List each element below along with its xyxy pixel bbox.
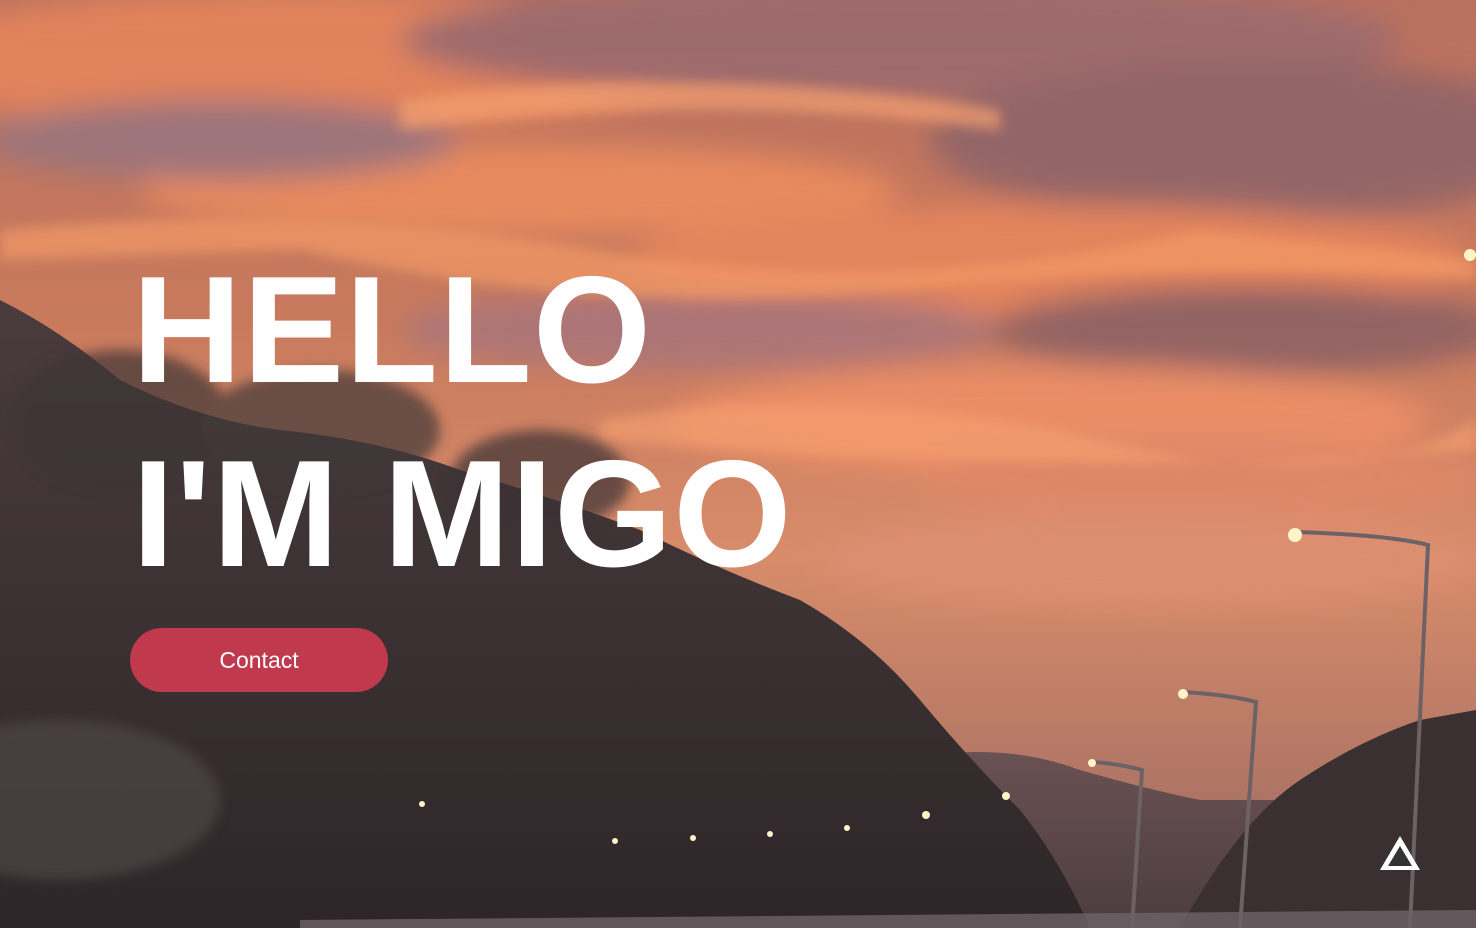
hero-section: HELLO I'M MIGO Contact <box>0 0 1476 928</box>
hero-heading-line1: HELLO <box>132 245 653 415</box>
hero-heading: HELLO I'M MIGO <box>132 238 793 606</box>
hero-heading-line2: I'M MIGO <box>132 429 793 599</box>
contact-button[interactable]: Contact <box>130 628 388 692</box>
